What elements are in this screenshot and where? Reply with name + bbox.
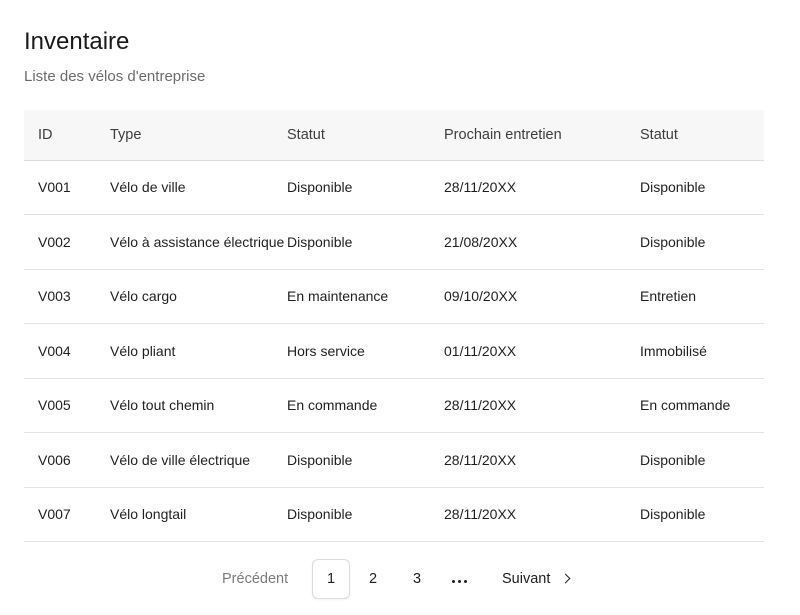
chevron-right-icon bbox=[560, 573, 571, 584]
cell-id: V001 bbox=[24, 160, 110, 215]
table-row[interactable]: V006 Vélo de ville électrique Disponible… bbox=[24, 432, 764, 488]
cell-type: Vélo de ville bbox=[110, 160, 287, 215]
page-subtitle: Liste des vélos d'entreprise bbox=[24, 68, 206, 85]
cell-status-2: Disponible bbox=[640, 487, 764, 542]
cell-type: Vélo de ville électrique bbox=[110, 432, 287, 488]
cell-next-service: 28/11/20XX bbox=[444, 487, 640, 542]
cell-status: En maintenance bbox=[287, 269, 444, 324]
cell-status-2: Immobilisé bbox=[640, 323, 764, 379]
table-row[interactable]: V004 Vélo pliant Hors service 01/11/20XX… bbox=[24, 323, 764, 379]
cell-status-2: Disponible bbox=[640, 432, 764, 488]
cell-id: V004 bbox=[24, 323, 110, 379]
next-page-button[interactable]: Suivant bbox=[502, 559, 571, 599]
more-horizontal-icon[interactable] bbox=[452, 559, 467, 599]
cell-id: V006 bbox=[24, 432, 110, 488]
cell-status: En commande bbox=[287, 378, 444, 433]
table-row[interactable]: V005 Vélo tout chemin En commande 28/11/… bbox=[24, 378, 764, 433]
cell-status: Disponible bbox=[287, 487, 444, 542]
cell-type: Vélo longtail bbox=[110, 487, 287, 542]
cell-next-service: 28/11/20XX bbox=[444, 432, 640, 488]
table-header-row: ID Type Statut Prochain entretien Statut bbox=[24, 110, 764, 161]
inventory-table: ID Type Statut Prochain entretien Statut… bbox=[24, 110, 764, 542]
cell-id: V007 bbox=[24, 487, 110, 542]
column-header-next-service[interactable]: Prochain entretien bbox=[444, 110, 640, 161]
column-header-type[interactable]: Type bbox=[110, 110, 287, 161]
cell-status-2: Disponible bbox=[640, 160, 764, 215]
cell-status: Disponible bbox=[287, 214, 444, 270]
cell-status-2: Disponible bbox=[640, 214, 764, 270]
cell-id: V005 bbox=[24, 378, 110, 433]
cell-status: Hors service bbox=[287, 323, 444, 379]
cell-next-service: 28/11/20XX bbox=[444, 160, 640, 215]
cell-type: Vélo cargo bbox=[110, 269, 287, 324]
cell-next-service: 21/08/20XX bbox=[444, 214, 640, 270]
cell-next-service: 09/10/20XX bbox=[444, 269, 640, 324]
column-header-status[interactable]: Statut bbox=[287, 110, 444, 161]
cell-next-service: 01/11/20XX bbox=[444, 323, 640, 379]
table-row[interactable]: V007 Vélo longtail Disponible 28/11/20XX… bbox=[24, 487, 764, 542]
column-header-id[interactable]: ID bbox=[24, 110, 110, 161]
table-row[interactable]: V003 Vélo cargo En maintenance 09/10/20X… bbox=[24, 269, 764, 324]
column-header-status-2[interactable]: Statut bbox=[640, 110, 764, 161]
cell-type: Vélo tout chemin bbox=[110, 378, 287, 433]
cell-type: Vélo à assistance électrique bbox=[110, 214, 287, 270]
cell-id: V003 bbox=[24, 269, 110, 324]
cell-status-2: Entretien bbox=[640, 269, 764, 324]
table-row[interactable]: V002 Vélo à assistance électrique Dispon… bbox=[24, 214, 764, 270]
cell-type: Vélo pliant bbox=[110, 323, 287, 379]
cell-status: Disponible bbox=[287, 432, 444, 488]
cell-status: Disponible bbox=[287, 160, 444, 215]
page-button-2[interactable]: 2 bbox=[369, 559, 377, 599]
cell-id: V002 bbox=[24, 214, 110, 270]
page-button-3[interactable]: 3 bbox=[413, 559, 421, 599]
page-title: Inventaire bbox=[24, 28, 130, 55]
previous-page-button[interactable]: Précédent bbox=[222, 559, 288, 599]
cell-next-service: 28/11/20XX bbox=[444, 378, 640, 433]
next-page-label: Suivant bbox=[502, 571, 551, 587]
cell-status-2: En commande bbox=[640, 378, 764, 433]
pagination: Précédent 1 2 3 Suivant bbox=[0, 559, 800, 599]
page-button-1[interactable]: 1 bbox=[312, 559, 350, 599]
table-row[interactable]: V001 Vélo de ville Disponible 28/11/20XX… bbox=[24, 160, 764, 215]
